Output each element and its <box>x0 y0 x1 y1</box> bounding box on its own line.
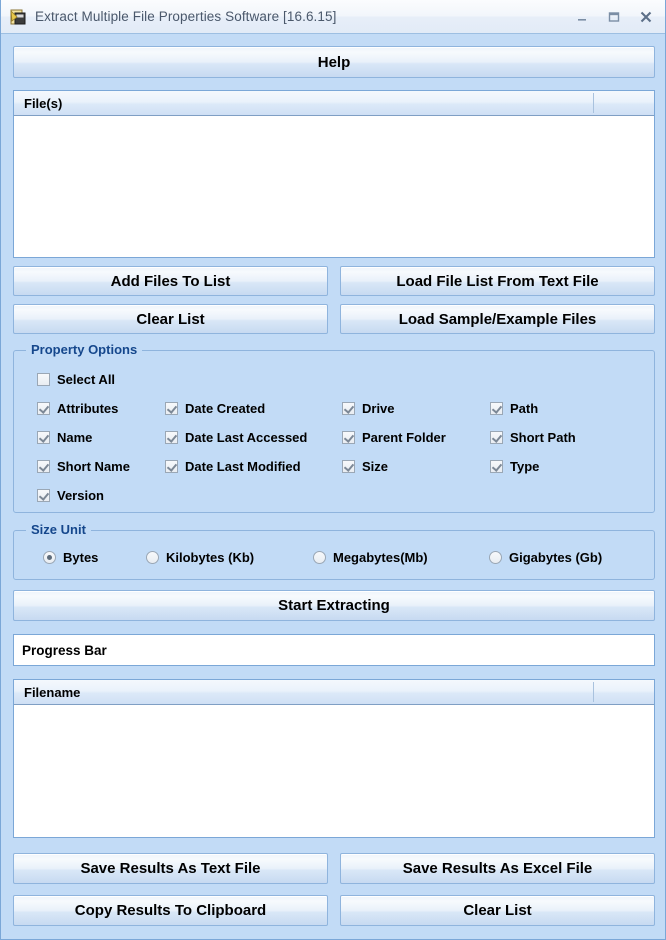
type-label: Type <box>510 459 540 474</box>
add-files-to-list-button[interactable]: Add Files To List <box>13 266 328 296</box>
short-name-checkbox-box[interactable] <box>37 460 50 473</box>
attributes-checkbox-box[interactable] <box>37 402 50 415</box>
type-checkbox-box[interactable] <box>490 460 503 473</box>
date-last-accessed-checkbox-box[interactable] <box>165 431 178 444</box>
short-name-label: Short Name <box>57 459 130 474</box>
start-extracting-button[interactable]: Start Extracting <box>13 590 655 621</box>
property-options-legend: Property Options <box>26 342 143 357</box>
short-path-label: Short Path <box>510 430 576 445</box>
clear-list-button[interactable]: Clear List <box>13 304 328 334</box>
checkbox-select-all[interactable]: Select All <box>37 372 115 387</box>
short-path-checkbox-box[interactable] <box>490 431 503 444</box>
checkbox-size[interactable]: Size <box>342 459 388 474</box>
parent-folder-label: Parent Folder <box>362 430 446 445</box>
gigabytes-label: Gigabytes (Gb) <box>509 550 603 565</box>
file-list-body[interactable] <box>14 116 654 257</box>
clear-results-list-button[interactable]: Clear List <box>340 895 655 926</box>
date-created-label: Date Created <box>185 401 266 416</box>
gigabytes-radio-dot[interactable] <box>489 551 502 564</box>
name-label: Name <box>57 430 93 445</box>
radio-bytes[interactable]: Bytes <box>43 550 98 565</box>
window-controls <box>567 5 661 29</box>
checkbox-date-last-modified[interactable]: Date Last Modified <box>165 459 301 474</box>
attributes-label: Attributes <box>57 401 119 416</box>
results-list-header[interactable]: Filename <box>14 680 654 705</box>
radio-megabytes[interactable]: Megabytes(Mb) <box>313 550 428 565</box>
checkbox-date-last-accessed[interactable]: Date Last Accessed <box>165 430 307 445</box>
load-file-list-from-text-file-button[interactable]: Load File List From Text File <box>340 266 655 296</box>
copy-results-to-clipboard-button[interactable]: Copy Results To Clipboard <box>13 895 328 926</box>
title-bar: Extract Multiple File Properties Softwar… <box>1 0 665 34</box>
progress-bar: Progress Bar <box>13 634 655 666</box>
results-column-divider[interactable] <box>593 682 594 702</box>
size-unit-group: Size Unit Bytes Kilobytes (Kb) Megabytes… <box>13 522 655 580</box>
name-checkbox-box[interactable] <box>37 431 50 444</box>
column-divider[interactable] <box>593 93 594 113</box>
checkbox-short-path[interactable]: Short Path <box>490 430 576 445</box>
select-all-checkbox-box[interactable] <box>37 373 50 386</box>
checkbox-drive[interactable]: Drive <box>342 401 395 416</box>
version-checkbox-box[interactable] <box>37 489 50 502</box>
app-icon <box>9 8 27 26</box>
results-list-column-header: Filename <box>24 684 81 700</box>
drive-checkbox-box[interactable] <box>342 402 355 415</box>
property-options-group: Property Options Select All Attributes D… <box>13 342 655 513</box>
size-label: Size <box>362 459 389 474</box>
size-unit-legend: Size Unit <box>26 522 91 537</box>
maximize-icon[interactable] <box>599 5 629 29</box>
kilobytes-radio-dot[interactable] <box>146 551 159 564</box>
date-last-accessed-label: Date Last Accessed <box>185 430 308 445</box>
application-window: Extract Multiple File Properties Softwar… <box>0 0 666 940</box>
close-icon[interactable] <box>631 5 661 29</box>
save-results-as-text-file-button[interactable]: Save Results As Text File <box>13 853 328 884</box>
size-checkbox-box[interactable] <box>342 460 355 473</box>
version-label: Version <box>57 488 104 503</box>
checkbox-parent-folder[interactable]: Parent Folder <box>342 430 446 445</box>
parent-folder-checkbox-box[interactable] <box>342 431 355 444</box>
help-button[interactable]: Help <box>13 46 655 78</box>
file-list-header[interactable]: File(s) <box>14 91 654 116</box>
checkbox-date-created[interactable]: Date Created <box>165 401 265 416</box>
date-last-modified-label: Date Last Modified <box>185 459 301 474</box>
bytes-radio-dot[interactable] <box>43 551 56 564</box>
file-list-column-header: File(s) <box>24 95 63 111</box>
checkbox-short-name[interactable]: Short Name <box>37 459 130 474</box>
checkbox-type[interactable]: Type <box>490 459 539 474</box>
results-list[interactable]: Filename <box>13 679 655 838</box>
results-list-body[interactable] <box>14 705 654 837</box>
path-label: Path <box>510 401 539 416</box>
radio-gigabytes[interactable]: Gigabytes (Gb) <box>489 550 602 565</box>
kilobytes-label: Kilobytes (Kb) <box>166 550 255 565</box>
radio-kilobytes[interactable]: Kilobytes (Kb) <box>146 550 254 565</box>
checkbox-attributes[interactable]: Attributes <box>37 401 118 416</box>
path-checkbox-box[interactable] <box>490 402 503 415</box>
minimize-icon[interactable] <box>567 5 597 29</box>
megabytes-label: Megabytes(Mb) <box>333 550 428 565</box>
checkbox-name[interactable]: Name <box>37 430 92 445</box>
checkbox-version[interactable]: Version <box>37 488 104 503</box>
window-title: Extract Multiple File Properties Softwar… <box>35 9 337 24</box>
bytes-label: Bytes <box>63 550 99 565</box>
select-all-label: Select All <box>57 372 116 387</box>
date-last-modified-checkbox-box[interactable] <box>165 460 178 473</box>
megabytes-radio-dot[interactable] <box>313 551 326 564</box>
load-sample-example-files-button[interactable]: Load Sample/Example Files <box>340 304 655 334</box>
date-created-checkbox-box[interactable] <box>165 402 178 415</box>
checkbox-path[interactable]: Path <box>490 401 538 416</box>
drive-label: Drive <box>362 401 395 416</box>
save-results-as-excel-file-button[interactable]: Save Results As Excel File <box>340 853 655 884</box>
file-list[interactable]: File(s) <box>13 90 655 258</box>
